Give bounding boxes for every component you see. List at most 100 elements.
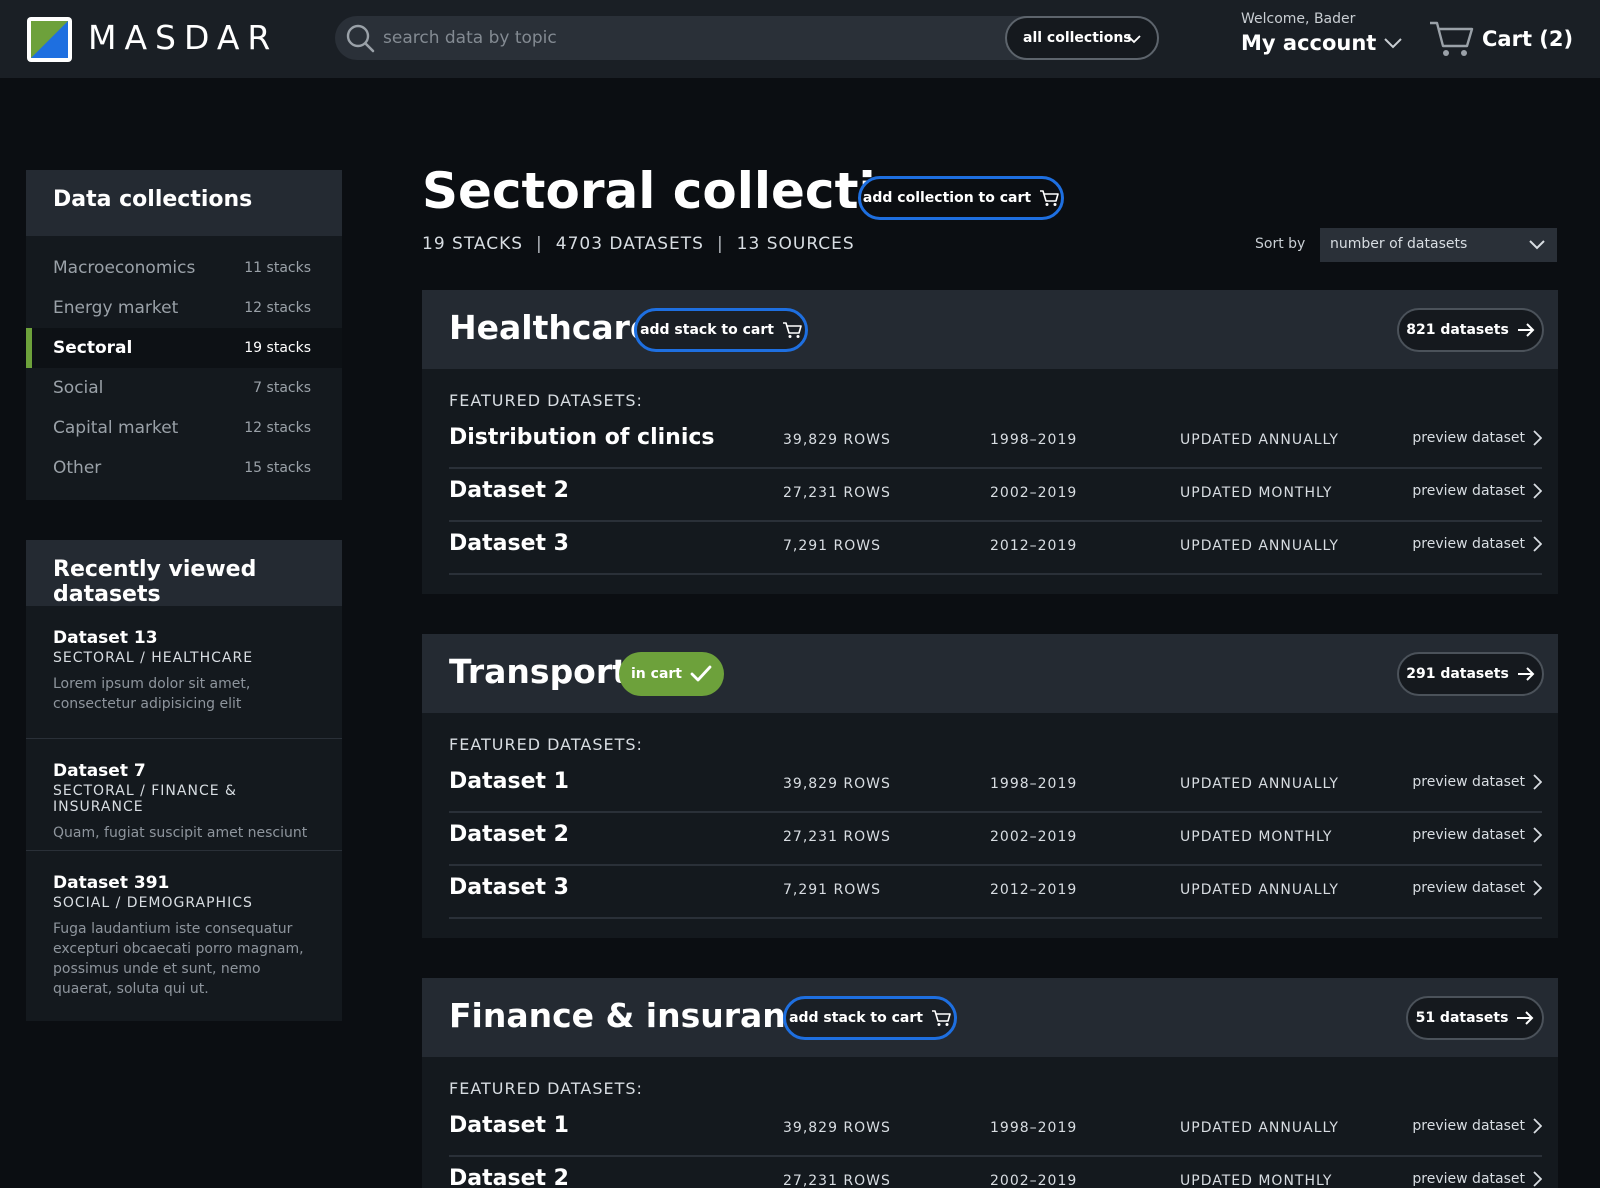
collection-count: 12 stacks: [244, 420, 311, 436]
dataset-years: 1998–2019: [990, 1120, 1078, 1136]
dataset-update-frequency: UPDATED ANNUALLY: [1180, 776, 1339, 792]
search-bar: all collections: [335, 16, 1159, 60]
collection-item-social[interactable]: Social 7 stacks: [26, 368, 342, 408]
recent-dataset-description: Quam, fugiat suscipit amet nesciunt: [53, 825, 308, 841]
dataset-rows: 27,231 ROWS: [783, 1173, 891, 1188]
in-cart-button[interactable]: in cart: [619, 652, 724, 696]
recent-dataset-item[interactable]: Dataset 13 SECTORAL / HEALTHCARE Lorem i…: [26, 606, 342, 739]
arrow-right-icon: [1517, 667, 1535, 681]
cart-link[interactable]: Cart (2): [1428, 20, 1573, 58]
preview-dataset-link[interactable]: preview dataset: [1412, 827, 1542, 843]
search-icon[interactable]: [345, 23, 375, 53]
preview-dataset-link[interactable]: preview dataset: [1412, 483, 1542, 499]
arrow-right-icon: [1517, 1011, 1534, 1025]
preview-label: preview dataset: [1412, 827, 1525, 843]
dataset-name[interactable]: Dataset 2: [449, 478, 569, 503]
search-input[interactable]: [383, 16, 983, 60]
featured-datasets-label: FEATURED DATASETS:: [449, 391, 643, 410]
add-stack-to-cart-button[interactable]: add stack to cart: [783, 996, 957, 1040]
collection-item-sectoral[interactable]: Sectoral 19 stacks: [26, 328, 342, 368]
dataset-name[interactable]: Dataset 3: [449, 875, 569, 900]
add-stack-to-cart-button[interactable]: add stack to cart: [634, 308, 808, 352]
my-account-menu[interactable]: My account: [1241, 31, 1403, 55]
recent-dataset-item[interactable]: Dataset 391 SOCIAL / DEMOGRAPHICS Fuga l…: [26, 851, 342, 1019]
chevron-right-icon: [1533, 483, 1542, 499]
recent-dataset-description: Fuga laudantium iste consequatur exceptu…: [53, 921, 304, 997]
recent-dataset-item[interactable]: Dataset 7 SECTORAL / FINANCE & INSURANCE…: [26, 739, 342, 851]
featured-datasets-label: FEATURED DATASETS:: [449, 735, 643, 754]
chevron-down-icon: [1529, 240, 1545, 250]
arrow-right-icon: [1517, 323, 1535, 337]
dataset-name[interactable]: Dataset 1: [449, 1113, 569, 1138]
dataset-row: Dataset 2 27,231 ROWS 2002–2019 UPDATED …: [449, 1157, 1542, 1188]
add-stack-label: add stack to cart: [640, 322, 774, 338]
collection-count: 15 stacks: [244, 460, 311, 476]
dataset-update-frequency: UPDATED ANNUALLY: [1180, 882, 1339, 898]
preview-label: preview dataset: [1412, 880, 1525, 896]
recently-viewed-title: Recently viewed datasets: [26, 540, 342, 607]
collection-item-energy-market[interactable]: Energy market 12 stacks: [26, 288, 342, 328]
dataset-rows: 39,829 ROWS: [783, 432, 891, 448]
view-datasets-button[interactable]: 51 datasets: [1406, 996, 1544, 1040]
collections-filter-dropdown[interactable]: all collections: [1005, 16, 1159, 60]
dataset-name[interactable]: Dataset 3: [449, 531, 569, 556]
top-header: MASDAR all collections Welcome, Bader My…: [0, 0, 1600, 78]
preview-label: preview dataset: [1412, 483, 1525, 499]
sort-value: number of datasets: [1330, 236, 1468, 252]
view-datasets-button[interactable]: 291 datasets: [1397, 652, 1544, 696]
dataset-name[interactable]: Distribution of clinics: [449, 425, 715, 450]
add-collection-to-cart-button[interactable]: add collection to cart: [858, 176, 1064, 220]
masdar-logo-icon[interactable]: [26, 16, 73, 63]
collection-item-macroeconomics[interactable]: Macroeconomics 11 stacks: [26, 248, 342, 288]
chevron-right-icon: [1533, 430, 1542, 446]
recent-dataset-title: Dataset 13: [53, 628, 158, 648]
preview-label: preview dataset: [1412, 1118, 1525, 1134]
chevron-down-icon: [1127, 35, 1141, 44]
stack-body: FEATURED DATASETS: Distribution of clini…: [422, 369, 1558, 575]
preview-dataset-link[interactable]: preview dataset: [1412, 430, 1542, 446]
preview-dataset-link[interactable]: preview dataset: [1412, 880, 1542, 896]
logo-text[interactable]: MASDAR: [88, 18, 278, 57]
stack-title: Healthcare: [449, 308, 653, 347]
dataset-name[interactable]: Dataset 2: [449, 1166, 569, 1188]
preview-dataset-link[interactable]: preview dataset: [1412, 536, 1542, 552]
collection-item-capital-market[interactable]: Capital market 12 stacks: [26, 408, 342, 448]
stats-divider: |: [716, 234, 724, 254]
datasets-count-label: 821 datasets: [1406, 322, 1509, 338]
cart-icon: [931, 1009, 951, 1026]
preview-dataset-link[interactable]: preview dataset: [1412, 1171, 1542, 1187]
chevron-right-icon: [1533, 1171, 1542, 1187]
featured-datasets-label: FEATURED DATASETS:: [449, 1079, 643, 1098]
dataset-years: 2002–2019: [990, 829, 1078, 845]
recent-dataset-path: SOCIAL / DEMOGRAPHICS: [53, 895, 253, 911]
collection-item-other[interactable]: Other 15 stacks: [26, 448, 342, 488]
stack-header: Transport in cart 291 datasets: [422, 634, 1558, 713]
data-collections-panel: Data collections Macroeconomics 11 stack…: [26, 170, 342, 500]
dataset-name[interactable]: Dataset 2: [449, 822, 569, 847]
stack-header: Finance & insurance add stack to cart 51…: [422, 978, 1558, 1057]
recent-dataset-path: SECTORAL / FINANCE & INSURANCE: [53, 783, 237, 815]
preview-label: preview dataset: [1412, 536, 1525, 552]
collection-label: Social: [53, 378, 104, 398]
view-datasets-button[interactable]: 821 datasets: [1397, 308, 1544, 352]
preview-dataset-link[interactable]: preview dataset: [1412, 774, 1542, 790]
collection-label: Macroeconomics: [53, 258, 196, 278]
dataset-row: Dataset 3 7,291 ROWS 2012–2019 UPDATED A…: [449, 522, 1542, 575]
preview-label: preview dataset: [1412, 774, 1525, 790]
preview-dataset-link[interactable]: preview dataset: [1412, 1118, 1542, 1134]
recent-dataset-title: Dataset 391: [53, 873, 170, 893]
collection-label: Sectoral: [53, 338, 133, 358]
dataset-update-frequency: UPDATED MONTHLY: [1180, 829, 1333, 845]
dataset-update-frequency: UPDATED ANNUALLY: [1180, 432, 1339, 448]
dataset-name[interactable]: Dataset 1: [449, 769, 569, 794]
chevron-right-icon: [1533, 536, 1542, 552]
collections-filter-label: all collections: [1023, 30, 1132, 46]
stack-card-finance-insurance: Finance & insurance add stack to cart 51…: [422, 978, 1558, 1188]
stack-card-transport: Transport in cart 291 datasets FEATURED …: [422, 634, 1558, 938]
dataset-rows: 27,231 ROWS: [783, 485, 891, 501]
datasets-count-label: 51 datasets: [1415, 1010, 1509, 1026]
dataset-row: Dataset 2 27,231 ROWS 2002–2019 UPDATED …: [449, 813, 1542, 866]
recent-dataset-title: Dataset 7: [53, 761, 146, 781]
recently-viewed-panel: Recently viewed datasets Dataset 13 SECT…: [26, 540, 342, 1021]
sort-dropdown[interactable]: number of datasets: [1320, 228, 1557, 262]
